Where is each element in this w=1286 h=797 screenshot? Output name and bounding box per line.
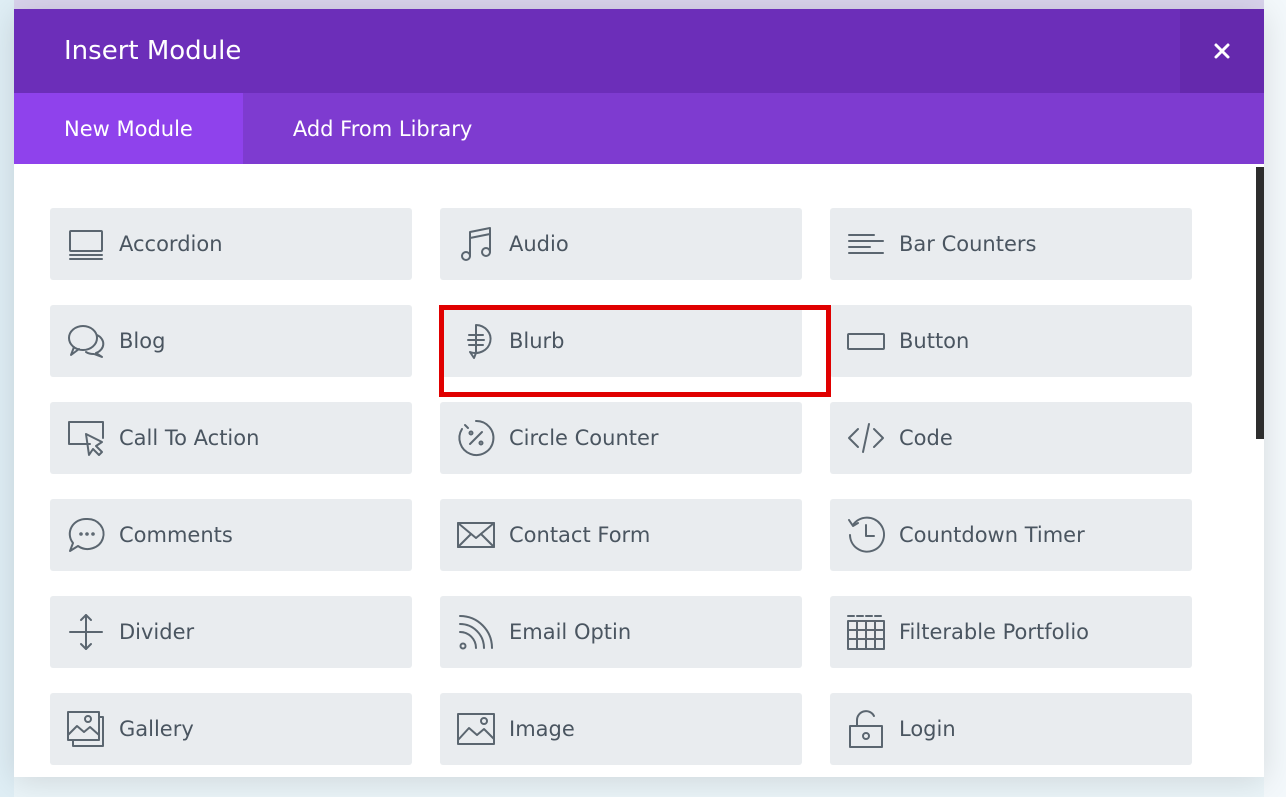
modal-scrollbar[interactable] — [1256, 167, 1264, 439]
modal-header: Insert Module — [14, 9, 1264, 93]
module-label: Contact Form — [509, 523, 651, 547]
call-to-action-icon — [66, 418, 106, 458]
module-call-to-action[interactable]: Call To Action — [50, 402, 412, 474]
module-label: Image — [509, 717, 575, 741]
contact-form-icon — [456, 515, 496, 555]
blog-icon — [66, 321, 106, 361]
module-divider[interactable]: Divider — [50, 596, 412, 668]
filterable-portfolio-icon — [846, 612, 886, 652]
module-filterable-portfolio[interactable]: Filterable Portfolio — [830, 596, 1192, 668]
module-label: Button — [899, 329, 970, 353]
module-label: Blurb — [509, 329, 565, 353]
module-label: Comments — [119, 523, 233, 547]
module-label: Call To Action — [119, 426, 260, 450]
blurb-icon — [456, 321, 496, 361]
module-label: Divider — [119, 620, 195, 644]
module-label: Code — [899, 426, 953, 450]
module-comments[interactable]: Comments — [50, 499, 412, 571]
module-label: Gallery — [119, 717, 194, 741]
module-label: Filterable Portfolio — [899, 620, 1090, 644]
module-label: Circle Counter — [509, 426, 659, 450]
circle-counter-icon — [456, 418, 496, 458]
module-image[interactable]: Image — [440, 693, 802, 765]
module-audio[interactable]: Audio — [440, 208, 802, 280]
module-label: Blog — [119, 329, 166, 353]
background-left-strip — [0, 0, 14, 797]
code-icon — [846, 418, 886, 458]
accordion-icon — [66, 224, 106, 264]
module-label: Login — [899, 717, 956, 741]
login-icon — [846, 709, 886, 749]
tab-new-module[interactable]: New Module — [14, 93, 243, 164]
image-icon — [456, 709, 496, 749]
module-contact-form[interactable]: Contact Form — [440, 499, 802, 571]
bar-counters-icon — [846, 224, 886, 264]
module-label: Countdown Timer — [899, 523, 1085, 547]
module-label: Audio — [509, 232, 569, 256]
module-label: Email Optin — [509, 620, 632, 644]
module-login[interactable]: Login — [830, 693, 1192, 765]
module-tabs: New Module Add From Library — [14, 93, 1264, 164]
module-countdown-timer[interactable]: Countdown Timer — [830, 499, 1192, 571]
background-right-strip — [1264, 0, 1286, 797]
audio-icon — [456, 224, 496, 264]
modal-title: Insert Module — [64, 36, 242, 66]
module-accordion[interactable]: Accordion — [50, 208, 412, 280]
module-blog[interactable]: Blog — [50, 305, 412, 377]
module-label: Bar Counters — [899, 232, 1037, 256]
tab-add-from-library[interactable]: Add From Library — [243, 93, 522, 164]
button-icon — [846, 321, 886, 361]
gallery-icon — [66, 709, 106, 749]
module-bar-counters[interactable]: Bar Counters — [830, 208, 1192, 280]
module-label: Accordion — [119, 232, 223, 256]
module-code[interactable]: Code — [830, 402, 1192, 474]
close-button[interactable] — [1180, 9, 1264, 93]
close-icon — [1214, 43, 1230, 59]
module-button[interactable]: Button — [830, 305, 1192, 377]
email-optin-icon — [456, 612, 496, 652]
divider-icon — [66, 612, 106, 652]
module-email-optin[interactable]: Email Optin — [440, 596, 802, 668]
countdown-timer-icon — [846, 515, 886, 555]
module-gallery[interactable]: Gallery — [50, 693, 412, 765]
comments-icon — [66, 515, 106, 555]
module-circle-counter[interactable]: Circle Counter — [440, 402, 802, 474]
module-blurb[interactable]: Blurb — [440, 305, 802, 377]
